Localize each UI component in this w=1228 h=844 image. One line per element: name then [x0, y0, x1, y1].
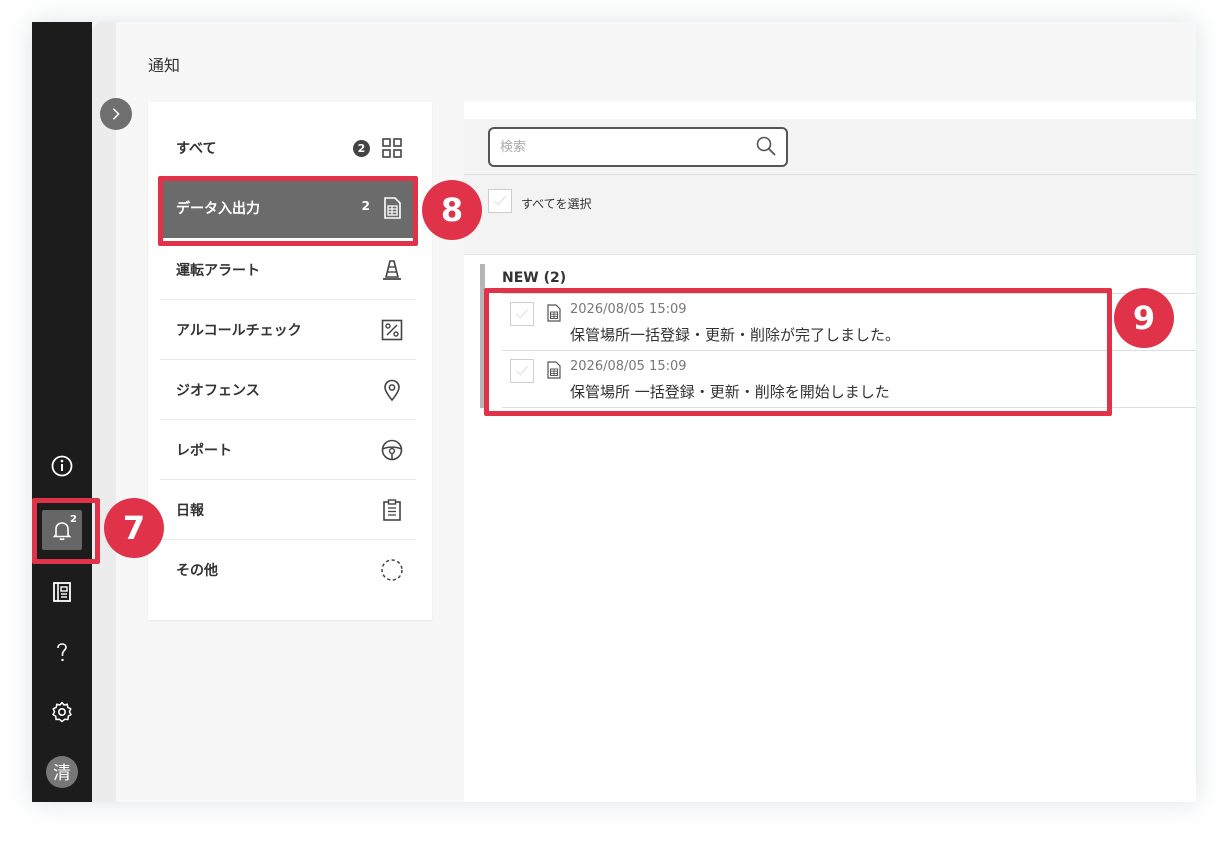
category-label: 運転アラート [176, 262, 260, 279]
category-label: ジオフェンス [176, 382, 260, 399]
steering-wheel-icon [380, 438, 404, 462]
category-item-driving-alert[interactable]: 運転アラート [160, 240, 416, 300]
toolbar-divider [464, 174, 1196, 175]
info-icon[interactable] [42, 446, 82, 486]
annotation-badge-9: 9 [1114, 288, 1174, 348]
notification-panel: すべてを選択 NEW (2) 2026/08/05 15:09 保管場所一括登録… [464, 102, 1196, 802]
help-icon[interactable] [42, 632, 82, 672]
search-icon[interactable] [754, 134, 778, 158]
category-label: すべて [176, 140, 217, 157]
category-label: アルコールチェック [176, 322, 302, 339]
category-label: 日報 [176, 502, 204, 519]
select-all-checkbox[interactable] [488, 189, 512, 213]
panel-edge [92, 22, 116, 802]
annotation-badge-8: 8 [422, 180, 482, 240]
highlight-box-category [158, 176, 418, 246]
clipboard-icon [380, 498, 404, 522]
location-pin-icon [380, 378, 404, 402]
percent-icon [380, 318, 404, 342]
search-input[interactable] [488, 127, 788, 167]
category-item-alcohol-check[interactable]: アルコールチェック [160, 300, 416, 360]
chevron-right-icon [112, 108, 120, 120]
expand-chevron-button[interactable] [100, 98, 132, 130]
category-item-other[interactable]: その他 [160, 540, 416, 600]
select-all-label: すべてを選択 [521, 197, 592, 211]
dashed-circle-icon [380, 558, 404, 582]
traffic-cone-icon [380, 258, 404, 282]
category-label: レポート [176, 442, 232, 459]
page-title: 通知 [148, 56, 181, 75]
user-avatar[interactable]: 清 [46, 756, 78, 788]
group-title: NEW (2) [502, 270, 567, 286]
toolbar: すべてを選択 [464, 119, 1196, 255]
directory-icon[interactable] [42, 572, 82, 612]
annotation-badge-7: 7 [104, 498, 164, 558]
settings-gear-icon[interactable] [42, 692, 82, 732]
category-item-all[interactable]: すべて 2 [160, 118, 416, 178]
highlight-box-bell [32, 498, 100, 564]
category-label: その他 [176, 563, 218, 579]
category-count: 2 [353, 140, 370, 157]
category-item-geofence[interactable]: ジオフェンス [160, 360, 416, 420]
left-rail: 2 清 [32, 22, 92, 802]
grid-icon [380, 136, 404, 160]
category-item-report[interactable]: レポート [160, 420, 416, 480]
highlight-box-notifications [484, 288, 1112, 416]
category-item-daily-report[interactable]: 日報 [160, 480, 416, 540]
